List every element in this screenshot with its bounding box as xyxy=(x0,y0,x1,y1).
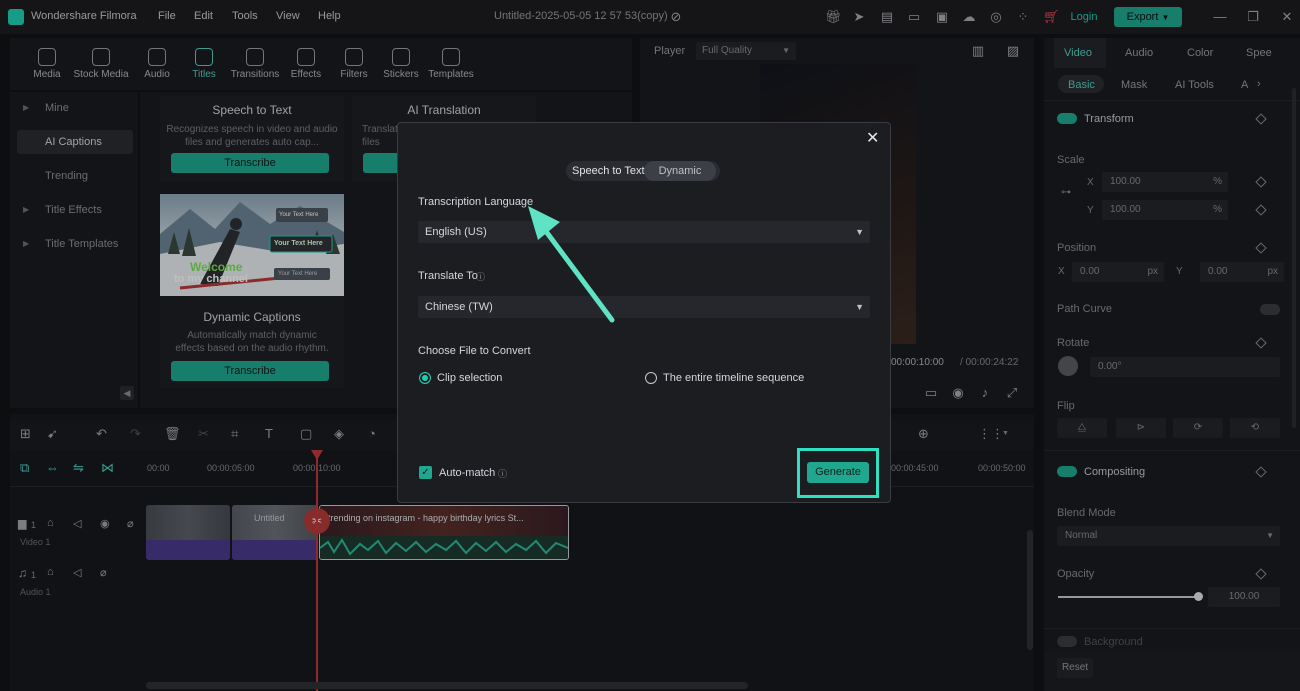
auto-match-checkbox[interactable]: ✓ xyxy=(419,466,432,479)
entire-timeline-radio[interactable] xyxy=(645,372,657,384)
app-window: Wondershare Filmora File Edit Tools View… xyxy=(0,0,1300,691)
ai-captions-dialog: ✕ Speech to Text Dynamic Captions Transc… xyxy=(397,122,891,503)
auto-match-label: Auto-match xyxy=(439,467,496,479)
segment-dynamic-captions[interactable]: Dynamic Captions xyxy=(644,161,716,181)
transcription-language-label: Transcription Language xyxy=(418,196,534,208)
clip-selection-radio[interactable] xyxy=(419,372,431,384)
help-icon[interactable]: ⓘ xyxy=(476,270,485,283)
chevron-down-icon: ▼ xyxy=(855,302,864,312)
transcription-language-value: English (US) xyxy=(425,226,487,238)
chevron-down-icon: ▼ xyxy=(855,227,864,237)
choose-file-label: Choose File to Convert xyxy=(418,345,531,357)
translate-to-select[interactable]: Chinese (TW) ▼ xyxy=(418,296,870,318)
close-icon[interactable]: ✕ xyxy=(866,128,879,148)
annotation-arrow xyxy=(528,206,615,323)
translate-to-value: Chinese (TW) xyxy=(425,301,493,313)
transcription-language-select[interactable]: English (US) ▼ xyxy=(418,221,870,243)
entire-timeline-label: The entire timeline sequence xyxy=(663,372,805,384)
generate-button[interactable]: Generate xyxy=(807,462,869,483)
segment-speech-to-text[interactable]: Speech to Text xyxy=(572,161,645,181)
help-icon[interactable]: ⓘ xyxy=(498,467,507,480)
translate-to-label: Translate To xyxy=(418,270,478,282)
caption-mode-toggle: Speech to Text Dynamic Captions xyxy=(566,161,720,181)
clip-selection-label: Clip selection xyxy=(437,372,503,384)
